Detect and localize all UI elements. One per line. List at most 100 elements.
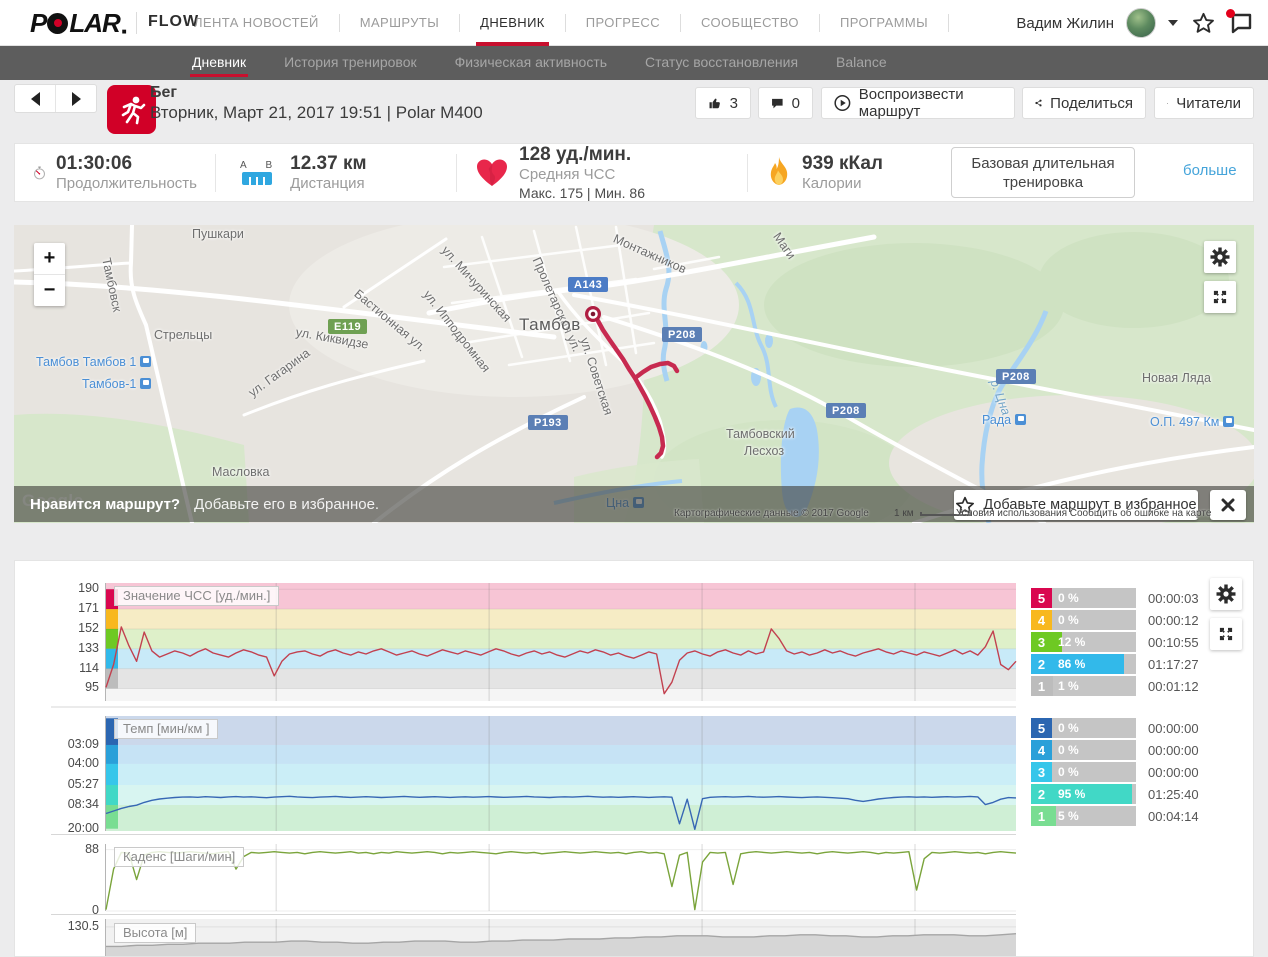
y-axis-tick: 03:09: [47, 737, 99, 751]
map-label: Стрельцы: [154, 328, 212, 342]
stopwatch-icon: [33, 157, 46, 189]
user-name[interactable]: Вадим Жилин: [1016, 15, 1114, 32]
zone-time: 00:00:12: [1148, 613, 1218, 628]
more-link[interactable]: больше: [1183, 162, 1237, 179]
polar-flow-page: PLAR■ FLOW ЛЕНТА НОВОСТЕЙ МАРШРУТЫ ДНЕВН…: [0, 0, 1268, 957]
zoom-out-button[interactable]: −: [34, 275, 65, 306]
zone-row: 50 %00:00:00: [1031, 718, 1218, 738]
notifications-button[interactable]: [1228, 10, 1254, 36]
y-axis-tick: 20:00: [47, 821, 99, 835]
zone-number: 3: [1031, 762, 1052, 782]
zone-percent: 0 %: [1058, 740, 1079, 760]
zone-percent: 0 %: [1058, 762, 1079, 782]
comments-button[interactable]: 0: [758, 87, 813, 119]
replay-route-button[interactable]: Воспроизвести маршрут: [821, 87, 1015, 119]
zone-percent: 0 %: [1058, 718, 1079, 738]
zone-number: 2: [1031, 654, 1052, 674]
pace-zones-table: 50 %00:00:0040 %00:00:0030 %00:00:00295 …: [1031, 718, 1218, 828]
nav-community[interactable]: СООБЩЕСТВО: [697, 0, 803, 46]
subnav-recovery-status[interactable]: Статус восстановления: [645, 46, 798, 80]
chart-fullscreen-button[interactable]: [1210, 618, 1242, 650]
zone-percent: 86 %: [1058, 654, 1085, 674]
training-curves-panel: Значение ЧСС [уд./мин.] Темп [мин/км ] К…: [14, 560, 1254, 957]
like-count: 3: [730, 95, 738, 112]
banner-hint: Добавьте его в избранное.: [194, 496, 379, 513]
expand-icon: [1211, 288, 1229, 306]
subnav-physical-activity[interactable]: Физическая активность: [455, 46, 607, 80]
road-badge: Р208: [826, 403, 866, 418]
map-label: Тамбов-1: [82, 377, 151, 391]
banner-close-button[interactable]: [1210, 490, 1246, 520]
zone-bar: 86 %: [1052, 654, 1136, 674]
subnav-training-history[interactable]: История тренировок: [284, 46, 416, 80]
main-menu: ЛЕНТА НОВОСТЕЙ МАРШРУТЫ ДНЕВНИК ПРОГРЕСС…: [190, 0, 965, 46]
diary-subnav: Дневник История тренировок Физическая ак…: [0, 46, 1268, 80]
divider: [948, 14, 949, 32]
distance-label: Дистанция: [290, 174, 366, 193]
readers-icon: [1167, 96, 1168, 111]
y-axis-tick: 133: [47, 641, 99, 655]
thumbs-up-icon: [708, 94, 722, 112]
map-label: Лесхоз: [744, 444, 784, 458]
nav-routes[interactable]: МАРШРУТЫ: [356, 0, 443, 46]
training-type-button[interactable]: Базовая длительная тренировка: [951, 147, 1135, 198]
stat-distance: А В 12.37 км Дистанция: [216, 144, 456, 201]
zone-number: 2: [1031, 784, 1052, 804]
map-settings-button[interactable]: [1204, 241, 1236, 273]
play-icon: [834, 93, 851, 113]
divider: [459, 14, 460, 32]
summary-stats-card: 01:30:06 Продолжительность А В 12.37 км …: [14, 143, 1254, 202]
zone-time: 00:10:55: [1148, 635, 1218, 650]
nav-programs[interactable]: ПРОГРАММЫ: [836, 0, 932, 46]
map-fullscreen-button[interactable]: [1204, 281, 1236, 313]
avatar[interactable]: [1126, 8, 1156, 38]
prev-session-button[interactable]: [15, 85, 56, 112]
calories-value: 939 кКал: [802, 153, 883, 174]
road-badge: Р208: [996, 369, 1036, 384]
zone-time: 01:25:40: [1148, 787, 1218, 802]
share-button[interactable]: Поделиться: [1022, 87, 1146, 119]
subnav-diary[interactable]: Дневник: [192, 46, 246, 80]
route-map[interactable]: ПушкариТамбовскМагиБастионная ул.ул. Мич…: [14, 225, 1254, 523]
zoom-in-button[interactable]: +: [34, 243, 65, 275]
notification-dot: [1226, 9, 1235, 18]
ab-label: А В: [240, 160, 280, 171]
zone-time: 00:00:00: [1148, 743, 1218, 758]
duration-value: 01:30:06: [56, 153, 197, 174]
next-session-button[interactable]: [56, 85, 96, 112]
zone-row: 50 %00:00:03: [1031, 588, 1218, 608]
polar-logo[interactable]: PLAR■: [30, 8, 127, 38]
zone-bar: 0 %: [1052, 762, 1136, 782]
map-terms-links[interactable]: Условия использования Сообщить об ошибке…: [956, 508, 1211, 519]
nav-progress[interactable]: ПРОГРЕСС: [582, 0, 664, 46]
nav-diary[interactable]: ДНЕВНИК: [476, 0, 549, 46]
transit-icon: [1223, 416, 1234, 427]
share-label: Поделиться: [1050, 95, 1133, 112]
divider: [339, 14, 340, 32]
heart-icon: [475, 158, 509, 188]
road-badge: Р193: [528, 415, 568, 430]
zone-number: 4: [1031, 740, 1052, 760]
flame-icon: [766, 156, 792, 190]
chart-settings-button[interactable]: [1210, 578, 1242, 610]
zone-percent: 5 %: [1058, 806, 1079, 826]
distance-ruler-icon: [242, 172, 272, 185]
y-axis-tick: 95: [47, 680, 99, 694]
favorites-star-button[interactable]: [1190, 10, 1216, 36]
hr-chart-title: Значение ЧСС [уд./мин.]: [114, 586, 279, 606]
divider: [680, 14, 681, 32]
route-start-marker: [585, 306, 601, 322]
map-label: Тамбов: [519, 315, 581, 335]
chevron-down-icon[interactable]: [1168, 20, 1178, 26]
zone-time: 00:00:03: [1148, 591, 1218, 606]
hr-zones-table: 50 %00:00:0340 %00:00:12312 %00:10:552 86…: [1031, 588, 1218, 698]
like-button[interactable]: 3: [695, 87, 751, 119]
zone-row: 312 %00:10:55: [1031, 632, 1218, 652]
arrow-left-icon: [31, 92, 40, 106]
banner-question: Нравится маршрут?: [30, 496, 180, 513]
stat-duration: 01:30:06 Продолжительность: [15, 144, 215, 201]
nav-news-feed[interactable]: ЛЕНТА НОВОСТЕЙ: [190, 0, 323, 46]
readers-button[interactable]: Читатели: [1154, 87, 1254, 119]
zone-row: 40 %00:00:12: [1031, 610, 1218, 630]
subnav-balance[interactable]: Balance: [836, 46, 887, 80]
